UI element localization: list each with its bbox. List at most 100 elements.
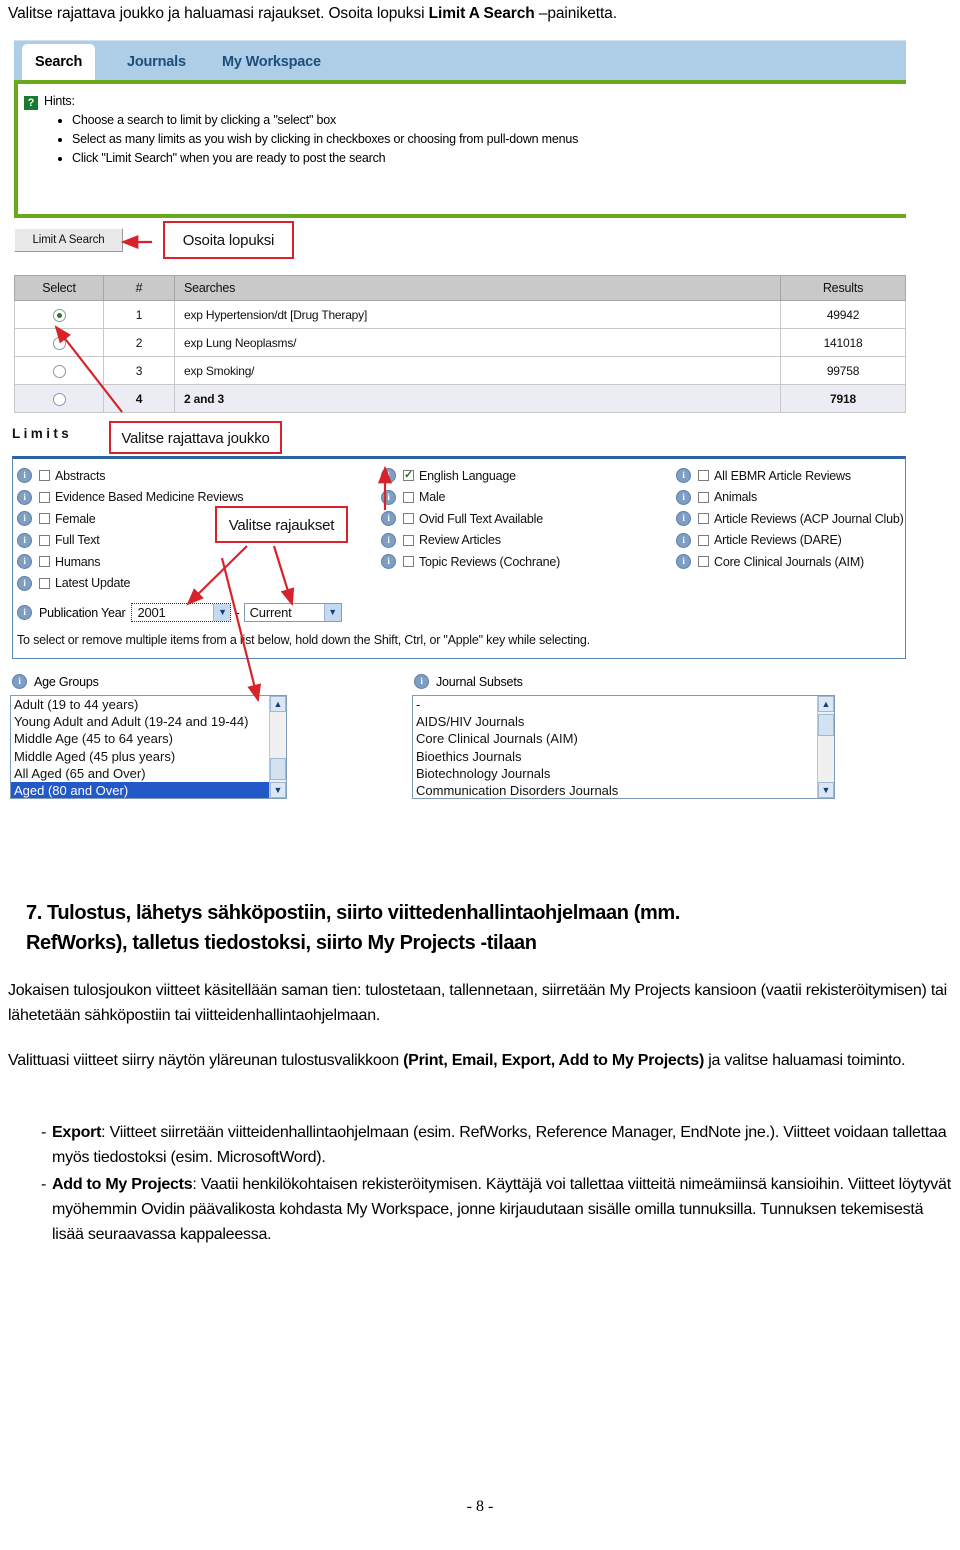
list-item[interactable]: Middle Aged (45 plus years) — [11, 748, 286, 765]
list-item[interactable]: All Aged (65 and Over) — [11, 765, 286, 782]
publication-year-to-select[interactable]: Current ▼ — [243, 603, 342, 622]
age-groups-scrollbar[interactable]: ▲ ▼ — [269, 696, 286, 798]
info-icon[interactable]: i — [17, 489, 32, 505]
table-row[interactable]: 3 exp Smoking/ 99758 — [14, 356, 906, 385]
list-item-selected[interactable]: Aged (80 and Over) — [11, 781, 286, 798]
radio-button[interactable] — [52, 336, 66, 350]
scroll-down-icon[interactable]: ▼ — [818, 782, 834, 798]
limit-row-article-reviews-acp[interactable]: i Article Reviews (ACP Journal Club) — [676, 508, 904, 530]
scrollbar-thumb[interactable] — [270, 758, 286, 780]
limit-row-all-ebmr-article-reviews[interactable]: i All EBMR Article Reviews — [676, 465, 904, 487]
limit-row-review-articles[interactable]: i Review Articles — [381, 530, 560, 552]
scroll-up-icon[interactable]: ▲ — [270, 696, 286, 712]
info-icon[interactable]: i — [381, 489, 396, 505]
info-icon[interactable]: i — [676, 532, 691, 548]
checkbox[interactable] — [39, 491, 50, 503]
limit-row-ovid-full-text[interactable]: i Ovid Full Text Available — [381, 508, 560, 530]
journal-subsets-scrollbar[interactable]: ▲ ▼ — [817, 696, 834, 798]
limit-a-search-button[interactable]: Limit A Search — [14, 228, 123, 252]
chevron-down-icon[interactable]: ▼ — [323, 604, 341, 621]
limit-row-animals[interactable]: i Animals — [676, 487, 904, 509]
limit-row-humans[interactable]: i Humans — [17, 551, 243, 573]
scrollbar-thumb[interactable] — [818, 714, 834, 736]
checkbox[interactable] — [403, 534, 414, 546]
info-icon[interactable]: i — [676, 489, 691, 505]
journal-subsets-listbox[interactable]: - AIDS/HIV Journals Core Clinical Journa… — [412, 695, 835, 799]
checkbox[interactable] — [39, 513, 50, 525]
scroll-up-icon[interactable]: ▲ — [818, 696, 834, 712]
checkbox[interactable] — [403, 556, 414, 568]
limit-row-female[interactable]: i Female — [17, 508, 243, 530]
info-icon[interactable]: i — [676, 511, 691, 527]
limit-row-ebm-reviews[interactable]: i Evidence Based Medicine Reviews — [17, 487, 244, 509]
publication-year-from-select[interactable]: 2001 ▼ — [131, 603, 232, 622]
checkbox[interactable] — [698, 556, 709, 568]
scroll-down-icon[interactable]: ▼ — [270, 782, 286, 798]
checkbox[interactable] — [403, 491, 414, 503]
select-cell[interactable] — [14, 356, 104, 385]
info-icon[interactable]: i — [381, 511, 396, 527]
info-icon[interactable]: i — [381, 468, 396, 484]
limit-row-core-clinical-journals[interactable]: i Core Clinical Journals (AIM) — [676, 551, 904, 573]
checkbox[interactable] — [698, 470, 709, 482]
radio-button[interactable] — [52, 364, 66, 378]
info-icon[interactable]: i — [676, 554, 691, 570]
info-icon[interactable]: i — [381, 532, 396, 548]
checkbox-checked[interactable] — [403, 468, 414, 482]
limit-row-article-reviews-dare[interactable]: i Article Reviews (DARE) — [676, 530, 904, 552]
checkbox[interactable] — [39, 577, 50, 589]
info-icon[interactable]: i — [17, 554, 32, 570]
radio-button[interactable] — [52, 392, 66, 406]
info-icon[interactable]: i — [676, 468, 691, 484]
limit-row-abstracts[interactable]: i Abstracts — [17, 465, 243, 487]
limit-row-male[interactable]: i Male — [381, 487, 560, 509]
row-results-count[interactable]: 7918 — [780, 384, 906, 413]
info-icon[interactable]: i — [414, 674, 429, 689]
radio-button-selected[interactable] — [52, 308, 66, 322]
question-mark-icon[interactable]: ? — [24, 96, 38, 110]
limit-row-full-text[interactable]: i Full Text — [17, 530, 243, 552]
select-cell[interactable] — [14, 384, 104, 413]
table-row[interactable]: 4 2 and 3 7918 — [14, 384, 906, 413]
list-item[interactable]: Middle Age (45 to 64 years) — [11, 730, 286, 747]
tab-my-workspace[interactable]: My Workspace — [209, 44, 334, 81]
checkbox[interactable] — [698, 534, 709, 546]
tab-search[interactable]: Search — [22, 44, 96, 81]
limit-row-latest-update[interactable]: i Latest Update — [17, 573, 243, 595]
info-icon[interactable]: i — [12, 674, 27, 689]
info-icon[interactable]: i — [17, 605, 32, 620]
tab-journals[interactable]: Journals — [114, 44, 199, 81]
list-item[interactable]: Young Adult and Adult (19-24 and 19-44) — [11, 713, 286, 730]
checkbox[interactable] — [39, 556, 50, 568]
list-item[interactable]: Adult (19 to 44 years) — [11, 696, 286, 713]
info-icon[interactable]: i — [381, 554, 396, 570]
limit-row-english-language[interactable]: i English Language — [381, 465, 560, 487]
table-row[interactable]: 2 exp Lung Neoplasms/ 141018 — [14, 328, 906, 357]
age-groups-listbox[interactable]: Adult (19 to 44 years) Young Adult and A… — [10, 695, 287, 799]
info-icon[interactable]: i — [17, 468, 32, 484]
list-item[interactable]: Communication Disorders Journals — [413, 782, 834, 798]
list-item[interactable]: Core Clinical Journals (AIM) — [413, 730, 834, 747]
table-row[interactable]: 1 exp Hypertension/dt [Drug Therapy] 499… — [14, 300, 906, 329]
list-item[interactable]: - — [413, 696, 834, 713]
info-icon[interactable]: i — [17, 532, 32, 548]
row-results-count[interactable]: 141018 — [780, 328, 906, 357]
annotation-osoita-lopuksi: Osoita lopuksi — [163, 221, 294, 259]
chevron-down-icon[interactable]: ▼ — [213, 604, 231, 621]
checkbox[interactable] — [698, 491, 709, 503]
info-icon[interactable]: i — [17, 511, 32, 527]
select-cell[interactable] — [14, 328, 104, 357]
list-item[interactable]: Biotechnology Journals — [413, 765, 834, 782]
checkbox[interactable] — [39, 534, 50, 546]
limit-row-topic-reviews[interactable]: i Topic Reviews (Cochrane) — [381, 551, 560, 573]
info-icon[interactable]: i — [17, 575, 32, 591]
checkbox[interactable] — [698, 513, 709, 525]
list-item[interactable]: Bioethics Journals — [413, 748, 834, 765]
select-cell[interactable] — [14, 300, 104, 329]
checkbox[interactable] — [39, 470, 50, 482]
checkbox[interactable] — [403, 513, 414, 525]
limit-label: Topic Reviews (Cochrane) — [419, 554, 561, 569]
row-results-count[interactable]: 49942 — [780, 300, 906, 329]
row-results-count[interactable]: 99758 — [780, 356, 906, 385]
list-item[interactable]: AIDS/HIV Journals — [413, 713, 834, 730]
